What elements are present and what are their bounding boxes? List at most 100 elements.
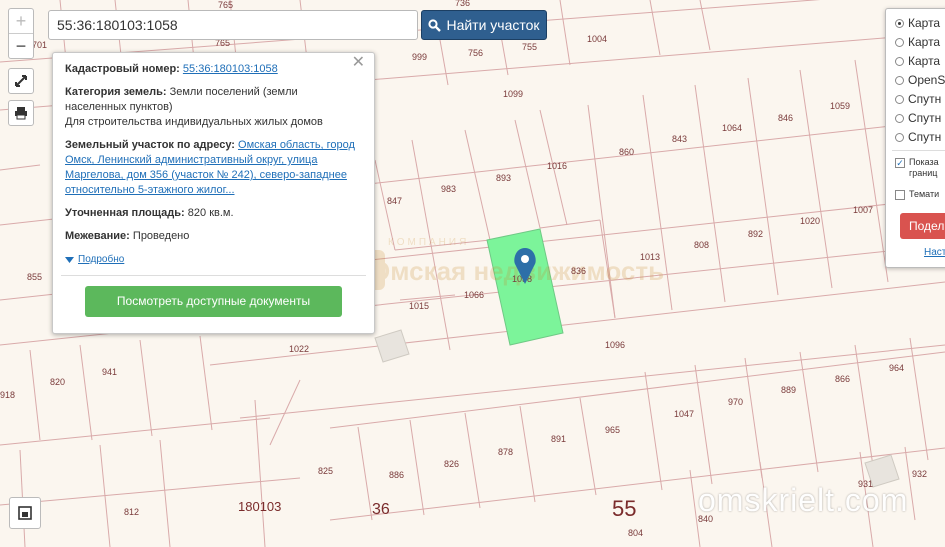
- quarter-number: 180103: [238, 499, 281, 514]
- watermark-company: КОМПАНИЯ: [388, 237, 469, 248]
- area-value: 820 кв.м.: [187, 207, 234, 219]
- parcel-number-label: 1013: [640, 252, 660, 262]
- parcel-info-popup: ✕ Кадастровый номер: 55:36:180103:1058 К…: [52, 52, 375, 334]
- layer-label: Карта: [908, 16, 941, 30]
- checkbox-icon: [895, 190, 905, 200]
- parcel-number-label: 736: [455, 0, 470, 8]
- layer-option[interactable]: Карта: [895, 33, 940, 51]
- details-link[interactable]: Подробно: [65, 252, 362, 267]
- fullscreen-button[interactable]: [8, 68, 34, 94]
- divider: [892, 150, 945, 151]
- show-boundaries-label-2: границ: [909, 168, 938, 178]
- parcel-number-label: 820: [50, 377, 65, 387]
- view-documents-button[interactable]: Посмотреть доступные документы: [85, 286, 342, 317]
- site-watermark: omskrielt.com: [698, 482, 909, 518]
- parcel-number-label: 1004: [587, 34, 607, 44]
- parcel-number-label: 878: [498, 447, 513, 457]
- parcel-number-label: 846: [778, 113, 793, 123]
- divider: [61, 275, 366, 276]
- category-row: Категория земель: Земли поселений (земли…: [65, 85, 362, 130]
- triangle-down-icon: [65, 256, 74, 263]
- layer-label: Спутн: [908, 130, 942, 144]
- print-button[interactable]: [8, 100, 34, 126]
- radio-icon: [895, 113, 904, 123]
- survey-row: Межевание: Проведено: [65, 229, 362, 244]
- radio-icon: [895, 75, 904, 85]
- parcel-number-label: 826: [444, 459, 459, 469]
- zoom-in-button[interactable]: +: [9, 9, 33, 33]
- parcel-number-label: 1059: [830, 101, 850, 111]
- parcel-number-label: 701: [32, 40, 47, 50]
- layer-option[interactable]: Спутн: [895, 128, 941, 146]
- layer-label: Карта: [908, 35, 941, 49]
- details-link-label: Подробно: [78, 254, 125, 265]
- parcel-number-label: 983: [441, 184, 456, 194]
- parcel-number-label: 886: [389, 470, 404, 480]
- parcel-number-label: 893: [496, 173, 511, 183]
- thematic-checkbox[interactable]: Темати: [895, 189, 939, 200]
- zoom-control: + −: [8, 8, 34, 59]
- parcel-number-label: 932: [912, 469, 927, 479]
- layer-option[interactable]: Карта: [895, 52, 940, 70]
- cadastral-label: Кадастровый номер:: [65, 63, 180, 75]
- legend-icon: [18, 506, 32, 520]
- survey-value: Проведено: [132, 230, 190, 242]
- settings-link[interactable]: Наст: [924, 247, 945, 258]
- parcel-number-label: 866: [835, 374, 850, 384]
- show-boundaries-label: Показа: [909, 157, 939, 167]
- parcel-number-label: 860: [619, 147, 634, 157]
- printer-icon: [15, 107, 27, 120]
- address-label: Земельный участок по адресу:: [65, 139, 235, 151]
- parcel-number-label: 1020: [800, 216, 820, 226]
- parcel-number-label: 1016: [547, 161, 567, 171]
- parcel-number-label: 1007: [853, 205, 873, 215]
- district-number: 36: [372, 501, 390, 518]
- close-icon[interactable]: ✕: [352, 55, 365, 71]
- parcel-number-label: 756: [468, 48, 483, 58]
- cadastral-row: Кадастровый номер: 55:36:180103:1058: [65, 62, 362, 77]
- parcel-number-label: 999: [412, 52, 427, 62]
- radio-icon: [895, 37, 904, 47]
- parcel-number-label: 765: [218, 0, 233, 10]
- parcel-number-label: 1022: [289, 344, 309, 354]
- parcel-number-label: 843: [672, 134, 687, 144]
- radio-icon: [895, 18, 904, 28]
- area-row: Уточненная площадь: 820 кв.м.: [65, 206, 362, 221]
- parcel-number-label: 889: [781, 385, 796, 395]
- thematic-label: Темати: [909, 189, 940, 199]
- search-icon: [428, 18, 442, 32]
- radio-icon: [895, 94, 904, 104]
- layer-option[interactable]: Спутн: [895, 90, 941, 108]
- survey-label: Межевание:: [65, 230, 130, 242]
- layer-label: Карта: [908, 54, 941, 68]
- parcel-number-label: 1047: [674, 409, 694, 419]
- legend-button[interactable]: [9, 497, 41, 529]
- parcel-number-label: 755: [522, 42, 537, 52]
- parcel-number-label: 892: [748, 229, 763, 239]
- parcel-number-label: 812: [124, 507, 139, 517]
- cadastral-search-input[interactable]: [48, 10, 418, 40]
- parcel-number-label: 970: [728, 397, 743, 407]
- layer-label: OpenS: [908, 73, 945, 87]
- zoom-out-button[interactable]: −: [9, 33, 33, 58]
- category-label: Категория земель:: [65, 86, 167, 98]
- area-label: Уточненная площадь:: [65, 207, 185, 219]
- expand-icon: [15, 75, 27, 87]
- find-parcel-button[interactable]: Найти участок: [421, 10, 547, 40]
- address-row: Земельный участок по адресу: Омская обла…: [65, 138, 362, 198]
- layer-option[interactable]: Карта: [895, 14, 940, 32]
- show-boundaries-checkbox[interactable]: ✓ Показа границ: [895, 157, 939, 179]
- parcel-number-label: 941: [102, 367, 117, 377]
- cadastral-link[interactable]: 55:36:180103:1058: [183, 63, 278, 75]
- layers-panel: Карта Карта Карта OpenS Спутн Спутн Спут…: [885, 8, 945, 268]
- parcel-number-label: 964: [889, 363, 904, 373]
- layer-label: Спутн: [908, 111, 942, 125]
- layer-option[interactable]: OpenS: [895, 71, 945, 89]
- share-button[interactable]: Подел: [900, 213, 945, 239]
- parcel-number-label: 855: [27, 272, 42, 282]
- parcel-number-label: 1066: [464, 290, 484, 300]
- check-icon: ✓: [895, 158, 905, 168]
- purpose-value: Для строительства индивидуальных жилых д…: [65, 116, 323, 128]
- layer-option[interactable]: Спутн: [895, 109, 941, 127]
- radio-icon: [895, 56, 904, 66]
